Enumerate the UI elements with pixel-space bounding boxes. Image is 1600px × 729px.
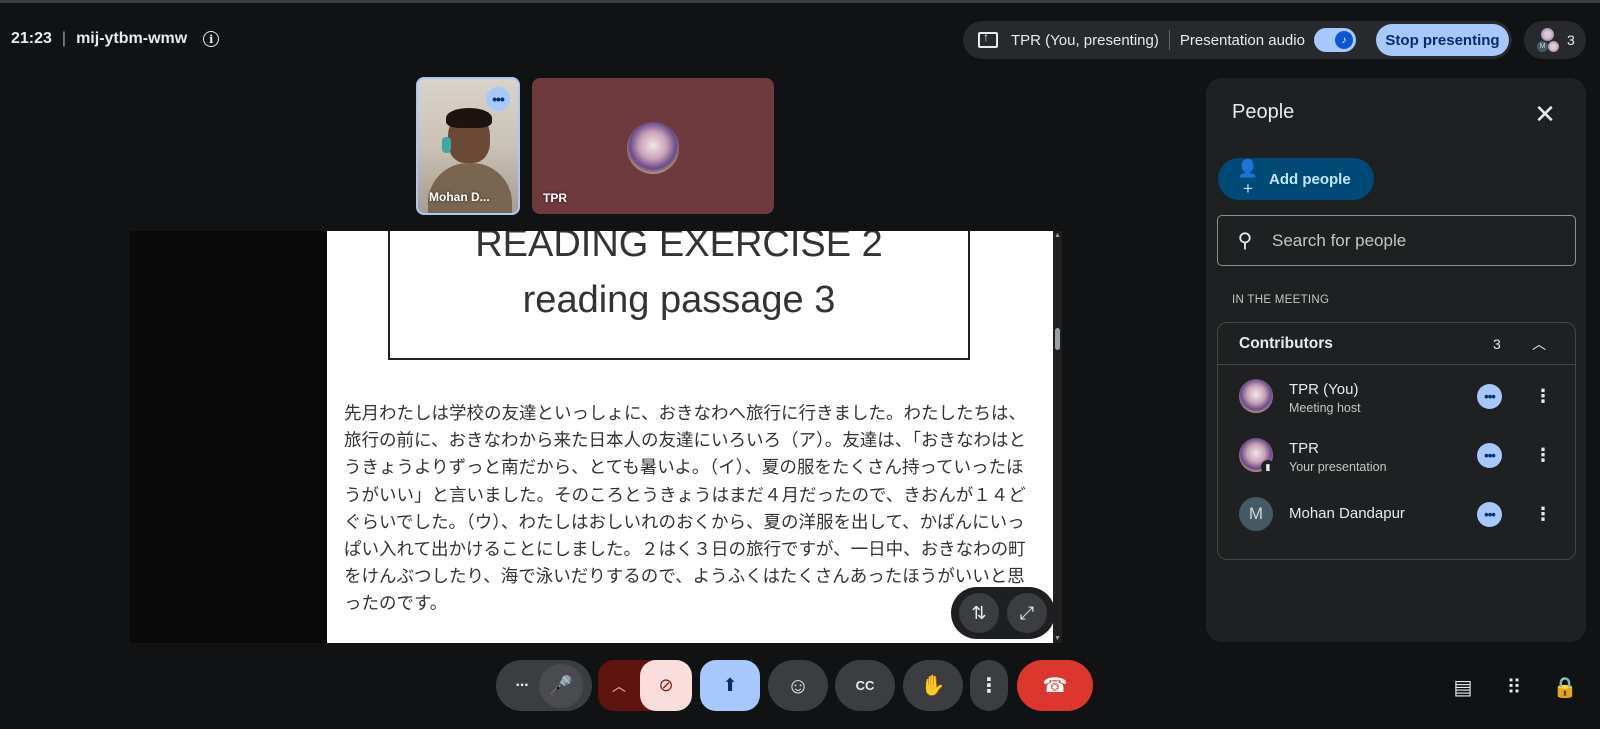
group-count: 3 [1493, 335, 1501, 352]
stage-blank-area [130, 231, 327, 643]
presentation-audio-toggle[interactable]: ♪ [1313, 28, 1356, 52]
meeting-info: 21:23 | mij-ytbm-wmw i [11, 28, 220, 50]
mic-control-group: ··· 🎤 [496, 660, 592, 711]
contributors-header[interactable]: Contributors 3 ︿ [1218, 323, 1575, 365]
avatar: M [1239, 497, 1273, 531]
tile-name: Mohan D... [429, 190, 490, 204]
camera-options-chevron-icon[interactable]: ︿ [598, 676, 640, 696]
more-vert-icon[interactable]: ⋮ [1534, 443, 1552, 467]
participants-count: 3 [1567, 32, 1575, 48]
tile-name: TPR [543, 191, 567, 205]
raise-hand-button[interactable]: ✋ [903, 660, 963, 711]
chevron-up-icon[interactable]: ︿ [1532, 334, 1546, 354]
presentation-controls: ⇅ ⤢ [951, 587, 1055, 639]
person-name: Mohan Dandapur [1289, 505, 1405, 522]
presenting-bar: TPR (You, presenting) Presentation audio… [963, 21, 1512, 59]
person-options-button[interactable]: ••• [1477, 443, 1502, 468]
camera-off-button[interactable]: ⊘ [640, 660, 692, 711]
person-role: Your presentation [1289, 460, 1387, 474]
person-options-button[interactable]: ••• [1477, 384, 1502, 409]
stop-presenting-button[interactable]: Stop presenting [1376, 24, 1509, 56]
host-controls-button[interactable]: 🔒 [1548, 670, 1582, 704]
chat-button[interactable]: ▤ [1446, 670, 1480, 704]
more-options-button[interactable]: ⋮ [970, 660, 1008, 711]
person-add-icon: 👤+ [1237, 159, 1259, 198]
present-screen-icon [978, 30, 998, 48]
microphone-button[interactable]: 🎤 [539, 663, 583, 708]
scroll-down-icon[interactable]: ▼ [1054, 635, 1061, 642]
close-panel-button[interactable]: ✕ [1527, 96, 1563, 132]
panel-title: People [1232, 101, 1295, 123]
swap-layout-button[interactable]: ⇅ [959, 593, 999, 633]
reading-passage: 先月わたしは学校の友達といっしょに、おきなわへ旅行に行きました。わたしたちは、旅… [344, 404, 1026, 615]
scrollbar-thumb[interactable] [1055, 328, 1060, 350]
present-screen-button[interactable]: ⬆ [700, 660, 760, 711]
group-label: Contributors [1239, 334, 1333, 352]
clock-time: 21:23 [11, 30, 52, 47]
speaker-icon: ♪ [1334, 31, 1353, 49]
emoji-reactions-button[interactable]: ☺ [768, 660, 828, 711]
slide-subtitle: reading passage 3 [522, 279, 836, 321]
list-item: M Mohan Dandapur ••• ⋮ [1218, 485, 1577, 543]
person-options-button[interactable]: ••• [1477, 502, 1502, 527]
list-item: ▮ TPR Your presentation ••• ⋮ [1218, 426, 1577, 484]
avatar: M [1537, 41, 1548, 52]
avatar [1239, 379, 1273, 413]
tpr-video-tile[interactable]: TPR [532, 78, 774, 214]
search-people-field[interactable]: ⚲ [1217, 215, 1576, 266]
person-name: TPR [1289, 440, 1319, 457]
avatar [1548, 41, 1559, 52]
fullscreen-button[interactable]: ⤢ [1007, 593, 1047, 633]
avatar [1541, 28, 1554, 41]
list-item: TPR (You) Meeting host ••• ⋮ [1218, 367, 1577, 425]
info-separator: | [61, 30, 67, 47]
more-audio-options-button[interactable]: ··· [505, 677, 539, 695]
participant-avatars: M [1537, 28, 1559, 52]
person-name: TPR (You) [1289, 381, 1359, 398]
presentation-audio-label: Presentation audio [1179, 31, 1305, 49]
headphones [442, 137, 451, 153]
participant-video [428, 163, 512, 213]
add-people-label: Add people [1269, 170, 1351, 188]
info-icon[interactable]: i [203, 31, 220, 47]
section-label: IN THE MEETING [1232, 294, 1330, 306]
slide-scrollbar[interactable]: ▲ ▼ [1053, 231, 1062, 643]
contributors-group: Contributors 3 ︿ TPR (You) Meeting host … [1217, 322, 1576, 560]
search-icon: ⚲ [1237, 230, 1253, 252]
presentation-slide: READING EXERCISE 2 reading passage 3 先月わ… [327, 231, 1053, 643]
search-input[interactable] [1272, 230, 1552, 251]
slide-title: READING EXERCISE 2 [475, 231, 883, 265]
people-panel: People ✕ 👤+ Add people ⚲ IN THE MEETING … [1206, 78, 1586, 642]
person-role: Meeting host [1289, 401, 1361, 415]
presenting-label: TPR (You, presenting) [1011, 31, 1159, 49]
scroll-up-icon[interactable]: ▲ [1054, 232, 1061, 239]
presentation-stage: READING EXERCISE 2 reading passage 3 先月わ… [130, 231, 1062, 643]
meeting-code: mij-ytbm-wmw [76, 30, 188, 47]
captions-button[interactable]: CC [835, 660, 895, 711]
add-people-button[interactable]: 👤+ Add people [1218, 158, 1374, 200]
activities-button[interactable]: ⠿ [1497, 670, 1531, 704]
tile-more-options-button[interactable]: ••• [486, 87, 510, 111]
pin-icon: ▮ [1261, 460, 1275, 474]
self-video-tile[interactable]: ••• Mohan D... [416, 77, 520, 215]
leave-call-button[interactable]: ☎ [1017, 660, 1093, 711]
slide-title-box: READING EXERCISE 2 reading passage 3 [388, 231, 970, 360]
participants-button[interactable]: M 3 [1524, 21, 1586, 59]
pill-divider [1168, 30, 1170, 50]
more-vert-icon[interactable]: ⋮ [1534, 502, 1552, 526]
participant-hair [446, 108, 492, 128]
avatar [627, 122, 679, 174]
top-edge-line [0, 0, 1600, 3]
more-vert-icon[interactable]: ⋮ [1534, 384, 1552, 408]
camera-control-group: ︿ ⊘ [598, 660, 692, 711]
